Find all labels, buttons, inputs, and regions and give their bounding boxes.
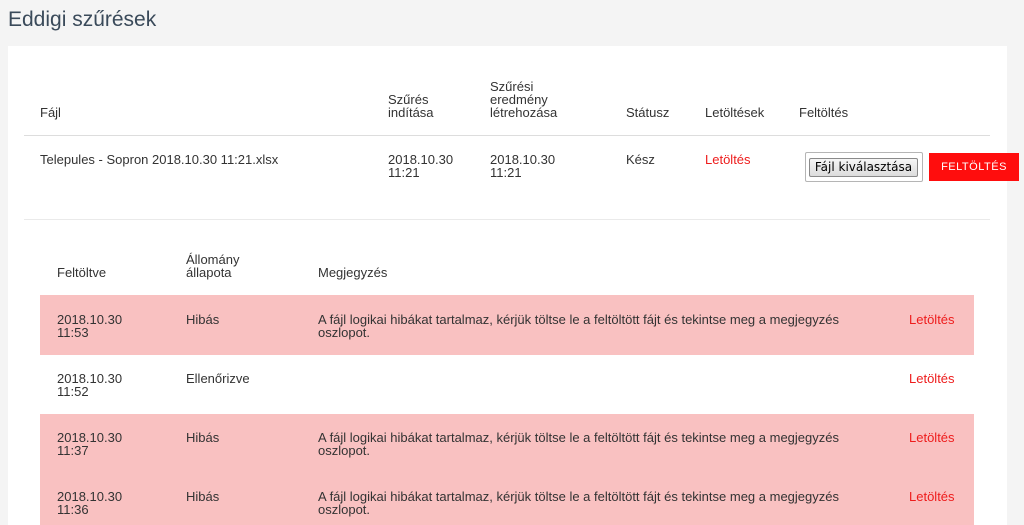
row-result-time: 11:21 bbox=[490, 165, 522, 180]
upload-note-line2: oszlopot. bbox=[318, 325, 371, 340]
upload-time: 11:52 bbox=[57, 384, 89, 399]
upload-note-line1: A fájl logikai hibákat tartalmaz, kérjük… bbox=[318, 312, 839, 327]
row-start-time: 11:21 bbox=[388, 165, 420, 180]
upload-download-link[interactable]: Letöltés bbox=[909, 313, 955, 326]
upload-note-line2: oszlopot. bbox=[318, 502, 371, 517]
upload-state: Hibás bbox=[186, 312, 220, 327]
upload-download-link[interactable]: Letöltés bbox=[909, 372, 955, 385]
file-chooser[interactable]: Fájl kiválasztása bbox=[805, 152, 923, 182]
header-upload: Feltöltés bbox=[799, 105, 849, 120]
upload-row: 2018.10.30 11:36 Hibás A fájl logikai hi… bbox=[40, 473, 974, 525]
upload-state: Hibás bbox=[186, 489, 220, 504]
row-divider bbox=[24, 219, 990, 220]
header-start-line2: indítása bbox=[388, 105, 434, 120]
upload-state: Hibás bbox=[186, 430, 220, 445]
filter-history-panel: Fájl Szűrés indítása Szűrési eredmény lé… bbox=[8, 46, 1019, 525]
page-title: Eddigi szűrések bbox=[8, 8, 157, 31]
header-status: Státusz bbox=[626, 105, 670, 120]
upload-button[interactable]: FELTÖLTÉS bbox=[929, 153, 1019, 181]
upload-row: 2018.10.30 11:53 Hibás A fájl logikai hi… bbox=[40, 295, 974, 355]
header-divider bbox=[24, 135, 990, 136]
upload-download-link[interactable]: Letöltés bbox=[909, 431, 955, 444]
row-file-name: Telepules - Sopron 2018.10.30 11:21.xlsx bbox=[40, 152, 279, 167]
upload-time: 11:53 bbox=[57, 325, 89, 340]
header-downloads: Letöltések bbox=[705, 105, 765, 120]
header-result-line3: létrehozása bbox=[490, 105, 558, 120]
upload-time: 11:37 bbox=[57, 443, 89, 458]
upload-note-line1: A fájl logikai hibákat tartalmaz, kérjük… bbox=[318, 430, 839, 445]
upload-row: 2018.10.30 11:37 Hibás A fájl logikai hi… bbox=[40, 414, 974, 474]
upload-note-line1: A fájl logikai hibákat tartalmaz, kérjük… bbox=[318, 489, 839, 504]
subheader-note: Megjegyzés bbox=[318, 265, 388, 280]
row-status: Kész bbox=[626, 152, 655, 167]
upload-row: 2018.10.30 11:52 Ellenőrizve Letöltés bbox=[40, 355, 974, 415]
header-file: Fájl bbox=[40, 105, 61, 120]
subheader-uploaded: Feltöltve bbox=[57, 265, 107, 280]
upload-time: 11:36 bbox=[57, 502, 89, 517]
row-download-link[interactable]: Letöltés bbox=[705, 153, 751, 166]
upload-state: Ellenőrizve bbox=[186, 371, 250, 386]
choose-file-button[interactable]: Fájl kiválasztása bbox=[809, 158, 918, 177]
upload-note-line2: oszlopot. bbox=[318, 443, 371, 458]
subheader-state-line2: állapota bbox=[186, 265, 232, 280]
upload-download-link[interactable]: Letöltés bbox=[909, 490, 955, 503]
